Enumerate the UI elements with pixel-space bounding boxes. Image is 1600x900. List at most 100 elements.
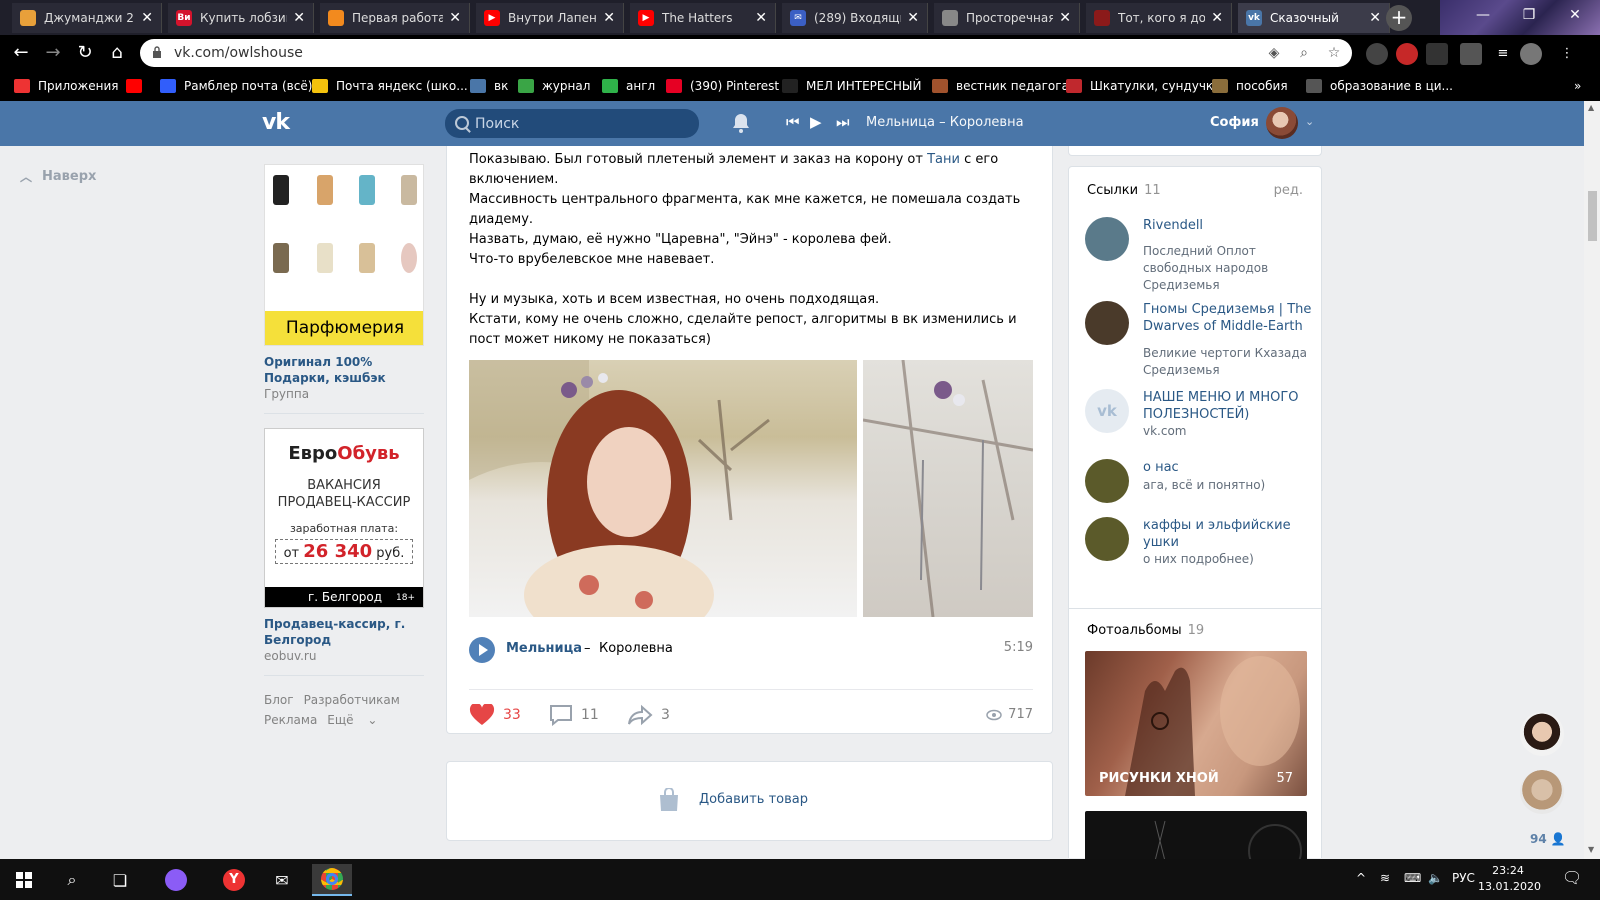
windows-start-icon[interactable] xyxy=(8,864,40,896)
browser-tab[interactable]: Просторечная ✕ xyxy=(934,3,1080,33)
links-header[interactable]: Ссылки 11 xyxy=(1087,183,1161,198)
search-icon[interactable]: ⌕ xyxy=(56,864,88,896)
zoom-icon[interactable]: ⌕ xyxy=(1294,43,1314,63)
albums-header[interactable]: Фотоальбомы 19 xyxy=(1087,623,1204,638)
link-avatar[interactable]: vk xyxy=(1085,389,1129,433)
cube-extension-icon[interactable] xyxy=(1460,43,1482,65)
link-avatar[interactable] xyxy=(1085,459,1129,503)
close-window-button[interactable]: ✕ xyxy=(1552,0,1598,30)
scroll-top-button[interactable]: ︿ Наверх xyxy=(20,168,96,185)
more-bookmarks-icon[interactable]: » xyxy=(1574,77,1581,95)
bookmark-item[interactable]: Шкатулки, сундучк... xyxy=(1066,77,1225,95)
chevron-up-icon[interactable]: ^ xyxy=(1356,871,1366,885)
notifications-icon[interactable]: 🗨 xyxy=(1562,868,1582,887)
search-input[interactable] xyxy=(475,114,685,134)
bookmark-item[interactable]: вестник педагога xyxy=(932,77,1069,95)
extension-icon[interactable] xyxy=(1366,43,1388,65)
perfume-ad-image[interactable]: Парфюмерия xyxy=(264,164,424,346)
translate-icon[interactable]: ◈ xyxy=(1264,43,1284,63)
ad-subtitle[interactable]: eobuv.ru xyxy=(264,649,424,663)
chat-contact-avatar[interactable] xyxy=(1520,712,1564,756)
link-title[interactable]: НАШЕ МЕНЮ И МНОГО ПОЛЕЗНОСТЕЙ) xyxy=(1143,389,1313,423)
post-photo[interactable] xyxy=(469,360,857,617)
adblock-icon[interactable] xyxy=(1396,43,1418,65)
forward-icon[interactable]: → xyxy=(40,41,66,65)
wifi-icon[interactable]: ≋ xyxy=(1380,871,1390,885)
chrome-icon[interactable] xyxy=(312,864,352,896)
bookmark-item[interactable]: журнал xyxy=(518,77,590,95)
prev-track-icon[interactable]: ⏮ xyxy=(786,113,800,131)
maximize-button[interactable]: ❐ xyxy=(1506,0,1552,30)
back-icon[interactable]: ← xyxy=(8,41,34,65)
shoes-vacancy-ad-image[interactable]: ЕвроОбувь ВАКАНСИЯ ПРОДАВЕЦ-КАССИР зараб… xyxy=(264,428,424,608)
close-tab-icon[interactable]: ✕ xyxy=(141,10,153,26)
page-scrollbar[interactable]: ▲ ▼ xyxy=(1584,101,1600,859)
link-title[interactable]: Rivendell xyxy=(1143,217,1313,234)
browser-tab[interactable]: vk Сказочный ✕ xyxy=(1238,3,1390,33)
album-henna[interactable]: РИСУНКИ ХНОЙ 57 xyxy=(1085,651,1307,796)
add-goods-button[interactable]: Добавить товар xyxy=(446,761,1053,841)
menu-icon[interactable]: ⋮ xyxy=(1556,43,1578,65)
chevron-down-icon[interactable]: ⌄ xyxy=(1305,115,1314,128)
mail-icon[interactable]: ✉ xyxy=(266,864,298,896)
pdf-extension-icon[interactable] xyxy=(1426,43,1448,65)
play-icon[interactable] xyxy=(469,637,495,663)
link-avatar[interactable] xyxy=(1085,517,1129,561)
close-tab-icon[interactable]: ✕ xyxy=(1059,10,1071,26)
bookmark-item[interactable]: Приложения xyxy=(14,77,119,95)
scroll-up-arrow-icon[interactable]: ▲ xyxy=(1588,103,1594,112)
bookmark-item[interactable]: Почта яндекс (шко... xyxy=(312,77,468,95)
close-tab-icon[interactable]: ✕ xyxy=(755,10,767,26)
new-tab-button[interactable]: + xyxy=(1386,5,1412,31)
vk-logo[interactable]: vk xyxy=(262,110,290,135)
close-tab-icon[interactable]: ✕ xyxy=(1369,10,1381,26)
close-tab-icon[interactable]: ✕ xyxy=(1211,10,1223,26)
comment-button[interactable]: 11 xyxy=(549,704,599,726)
play-icon[interactable]: ▶ xyxy=(810,113,822,131)
close-tab-icon[interactable]: ✕ xyxy=(293,10,305,26)
avatar[interactable] xyxy=(1266,107,1298,139)
close-tab-icon[interactable]: ✕ xyxy=(907,10,919,26)
url-text[interactable]: vk.com/owlshouse xyxy=(174,45,303,61)
footer-link-ads[interactable]: Реклама xyxy=(264,713,317,727)
bookmark-item[interactable]: пособия xyxy=(1212,77,1288,95)
online-friends-count[interactable]: 94 👤 xyxy=(1530,832,1566,846)
omnibox[interactable]: vk.com/owlshouse ◈ ⌕ ☆ xyxy=(140,39,1352,67)
next-track-icon[interactable]: ⏭ xyxy=(836,113,850,131)
footer-link-blog[interactable]: Блог xyxy=(264,693,294,707)
home-icon[interactable]: ⌂ xyxy=(104,41,130,65)
link-title[interactable]: каффы и эльфийские ушки xyxy=(1143,517,1313,551)
browser-tab[interactable]: ▶ The Hatters ✕ xyxy=(630,3,776,33)
browser-tab[interactable]: Ви Купить лобзик ✕ xyxy=(168,3,314,33)
user-name[interactable]: София xyxy=(1210,115,1259,130)
profile-icon[interactable] xyxy=(1520,43,1542,65)
bookmark-item[interactable]: МЕЛ ИНТЕРЕСНЫЙ xyxy=(782,77,921,95)
keyboard-icon[interactable]: ⌨ xyxy=(1404,871,1421,885)
scrollbar-thumb[interactable] xyxy=(1588,191,1597,241)
language-indicator[interactable]: РУС xyxy=(1452,871,1475,885)
search-box[interactable] xyxy=(445,109,699,138)
mention-link[interactable]: Тани xyxy=(927,152,960,167)
link-title[interactable]: о нас xyxy=(1143,459,1313,476)
bookmark-item[interactable]: (390) Pinterest xyxy=(666,77,779,95)
alice-assistant-icon[interactable] xyxy=(160,864,192,896)
bookmark-item[interactable]: англ xyxy=(602,77,655,95)
browser-tab[interactable]: Первая работа ✕ xyxy=(320,3,470,33)
link-avatar[interactable] xyxy=(1085,217,1129,261)
task-view-icon[interactable]: ❏ xyxy=(104,864,136,896)
scroll-down-arrow-icon[interactable]: ▼ xyxy=(1588,845,1594,854)
close-tab-icon[interactable]: ✕ xyxy=(449,10,461,26)
browser-tab[interactable]: ✉ (289) Входящие ✕ xyxy=(782,3,928,33)
now-playing-title[interactable]: Мельница – Королевна xyxy=(866,115,1024,130)
browser-tab[interactable]: ▶ Внутри Лапенк ✕ xyxy=(476,3,624,33)
footer-link-more[interactable]: Ещё ⌄ xyxy=(327,713,377,727)
close-tab-icon[interactable]: ✕ xyxy=(603,10,615,26)
chat-contact-avatar[interactable] xyxy=(1520,770,1564,814)
ad-title[interactable]: Продавец-кассир, г. Белгород xyxy=(264,616,424,648)
share-button[interactable]: 3 xyxy=(627,704,670,726)
footer-link-dev[interactable]: Разработчикам xyxy=(304,693,400,707)
bookmark-item[interactable]: вк xyxy=(470,77,508,95)
like-button[interactable]: 33 xyxy=(469,704,521,726)
bookmark-item[interactable]: образование в ци... xyxy=(1306,77,1453,95)
bookmark-item[interactable] xyxy=(126,77,150,95)
